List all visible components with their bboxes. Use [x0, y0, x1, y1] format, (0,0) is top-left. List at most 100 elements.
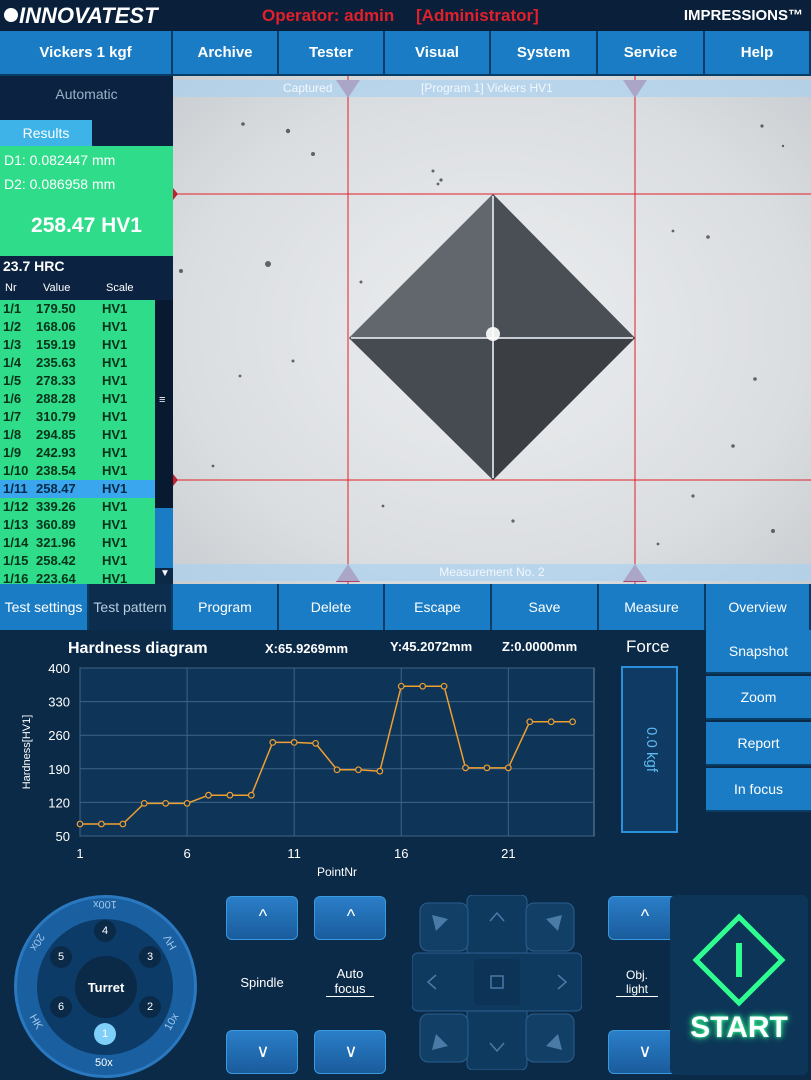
- row-nr: 1/7: [3, 409, 22, 424]
- data-point: [333, 766, 341, 774]
- table-row[interactable]: 1/9 242.93 HV1: [0, 444, 155, 462]
- measure-button[interactable]: Measure: [599, 584, 706, 630]
- brand-label: IMPRESSIONS™: [683, 7, 803, 24]
- table-row[interactable]: 1/10 238.54 HV1: [0, 462, 155, 480]
- table-row[interactable]: 1/8 294.85 HV1: [0, 426, 155, 444]
- data-point: [355, 766, 362, 774]
- y-tick-label: 260: [48, 728, 70, 743]
- table-row[interactable]: 1/12 339.26 HV1: [0, 498, 155, 516]
- data-point: [98, 820, 105, 828]
- power-icon: [692, 913, 786, 1007]
- y-tick-label: 50: [56, 829, 70, 844]
- table-row[interactable]: 1/16 223.64 HV1: [0, 570, 155, 584]
- save-button[interactable]: Save: [492, 584, 599, 630]
- zoom-button[interactable]: Zoom: [706, 676, 811, 720]
- caption-bar: Captured [Program 1] Vickers HV1: [173, 80, 811, 97]
- report-button[interactable]: Report: [706, 722, 811, 766]
- spindle-label: Spindle: [240, 975, 284, 990]
- table-row[interactable]: 1/2 168.06 HV1: [0, 318, 155, 336]
- autofocus-label[interactable]: Auto focus: [326, 966, 374, 997]
- results-table[interactable]: 1/1 179.50 HV1 1/2 168.06 HV1 1/3 159.19 HV1 1/4 2…: [0, 300, 155, 584]
- in-focus-button[interactable]: In focus: [706, 768, 811, 812]
- turret-position-5[interactable]: 5: [50, 946, 72, 968]
- menu-tester[interactable]: Tester: [279, 31, 385, 76]
- row-nr: 1/1: [3, 301, 22, 316]
- table-scrollbar[interactable]: ≡ ▼: [155, 300, 173, 584]
- menu-system[interactable]: System: [491, 31, 598, 76]
- row-scale: HV1: [102, 427, 128, 442]
- row-nr: 1/9: [3, 445, 22, 460]
- data-point: [440, 682, 448, 690]
- row-value: 179.50: [36, 301, 76, 316]
- objlight-label[interactable]: Obj. light: [616, 968, 658, 997]
- scroll-down-icon[interactable]: ▼: [160, 568, 170, 579]
- autofocus-up-button[interactable]: ^: [314, 896, 386, 940]
- x-tick-label: 16: [394, 846, 408, 861]
- menu-archive[interactable]: Archive: [173, 31, 279, 76]
- indentation-overlay: [173, 76, 811, 584]
- chevron-down-icon: ∨: [256, 1041, 270, 1061]
- ring-label-50x: 50x: [95, 1057, 113, 1069]
- force-value: 0.0 kgf: [643, 726, 660, 773]
- turret-position-3[interactable]: 3: [139, 946, 161, 968]
- turret-position-6[interactable]: 6: [50, 996, 72, 1018]
- operator-label: Operator: admin: [262, 6, 395, 25]
- x-coordinate: X:65.9269mm: [265, 641, 348, 656]
- delete-button[interactable]: Delete: [279, 584, 385, 630]
- program-button[interactable]: Program: [173, 584, 279, 630]
- test-pattern-button[interactable]: Test pattern: [89, 584, 173, 630]
- spindle-down-button[interactable]: ∨: [226, 1030, 298, 1074]
- table-row[interactable]: 1/5 278.33 HV1: [0, 372, 155, 390]
- test-settings-button[interactable]: Test settings: [0, 584, 89, 630]
- row-value: 258.47: [36, 481, 76, 496]
- menu-help[interactable]: Help: [705, 31, 811, 76]
- camera-view[interactable]: Captured [Program 1] Vickers HV1 Measure…: [173, 76, 811, 584]
- row-nr: 1/10: [3, 463, 29, 478]
- data-point: [162, 799, 170, 807]
- row-scale: HV1: [102, 535, 128, 550]
- y-coordinate: Y:45.2072mm: [390, 639, 472, 654]
- table-row[interactable]: 1/4 235.63 HV1: [0, 354, 155, 372]
- escape-button[interactable]: Escape: [385, 584, 492, 630]
- autofocus-down-button[interactable]: ∨: [314, 1030, 386, 1074]
- tab-results[interactable]: Results: [0, 120, 92, 146]
- innovatest-logo: INNOVATEST: [4, 3, 158, 29]
- hardness-value: 258.47 HV1: [31, 214, 142, 237]
- spindle-up-button[interactable]: ^: [226, 896, 298, 940]
- menu-vickers[interactable]: Vickers 1 kgf: [0, 31, 173, 76]
- table-row[interactable]: 1/14 321.96 HV1: [0, 534, 155, 552]
- data-point: [376, 767, 384, 775]
- overview-button[interactable]: Overview: [706, 584, 811, 630]
- snapshot-button[interactable]: Snapshot: [706, 630, 811, 674]
- stage-joystick[interactable]: [412, 895, 582, 1070]
- turret-button[interactable]: Turret: [75, 956, 137, 1018]
- table-row[interactable]: 1/1 179.50 HV1: [0, 300, 155, 318]
- turret-position-1[interactable]: 1: [94, 1023, 116, 1045]
- row-value: 278.33: [36, 373, 76, 388]
- turret-position-4[interactable]: 4: [94, 920, 116, 942]
- top-header: INNOVATEST Operator: admin [Administrato…: [0, 0, 811, 31]
- menu-visual[interactable]: Visual: [385, 31, 491, 76]
- chart-title: Hardness diagram: [68, 640, 208, 657]
- row-scale: HV1: [102, 355, 128, 370]
- table-row[interactable]: 1/6 288.28 HV1: [0, 390, 155, 408]
- table-row[interactable]: 1/11 258.47 HV1: [0, 480, 155, 498]
- scrollbar-thumb[interactable]: [155, 508, 173, 568]
- results-panel: Automatic Results D1: 0.082447 mm D2: 0.…: [0, 76, 173, 584]
- table-row[interactable]: 1/3 159.19 HV1: [0, 336, 155, 354]
- data-point: [483, 764, 491, 772]
- table-row[interactable]: 1/7 310.79 HV1: [0, 408, 155, 426]
- row-value: 258.42: [36, 553, 76, 568]
- row-value: 294.85: [36, 427, 76, 442]
- y-tick-label: 400: [48, 661, 70, 676]
- scroll-grip-icon[interactable]: ≡: [159, 394, 165, 406]
- y-tick-label: 330: [48, 695, 70, 710]
- turret-position-2[interactable]: 2: [139, 996, 161, 1018]
- start-button[interactable]: START: [670, 895, 808, 1075]
- row-value: 242.93: [36, 445, 76, 460]
- menu-service[interactable]: Service: [598, 31, 705, 76]
- data-point: [183, 799, 191, 807]
- table-row[interactable]: 1/15 258.42 HV1: [0, 552, 155, 570]
- data-point: [419, 682, 427, 690]
- table-row[interactable]: 1/13 360.89 HV1: [0, 516, 155, 534]
